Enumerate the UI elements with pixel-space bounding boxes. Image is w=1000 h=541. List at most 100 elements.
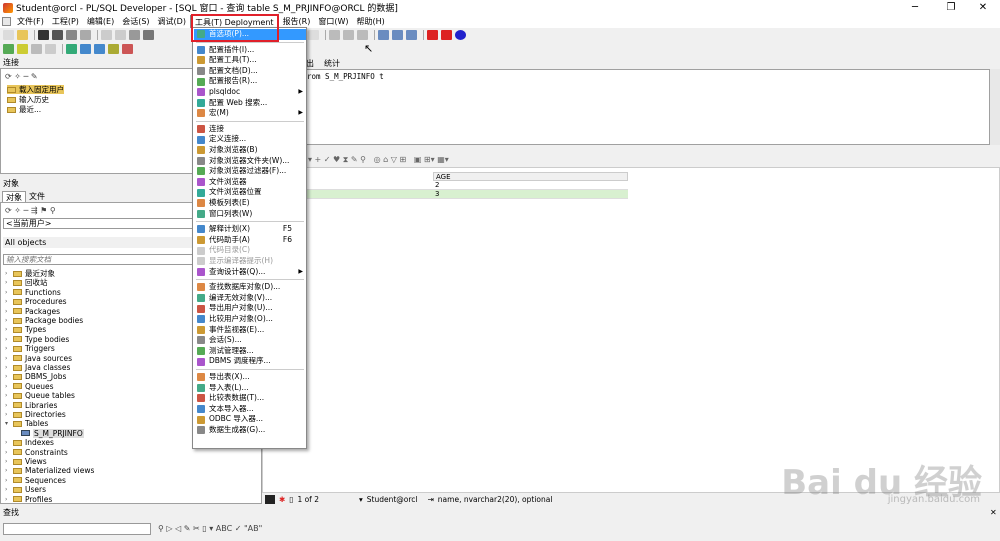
tools-menu-item[interactable]: 配置 Web 搜索... (194, 98, 306, 109)
expand-icon[interactable]: › (5, 335, 13, 344)
tools-menu-item[interactable]: 测试管理器... (194, 346, 306, 357)
tools-menu-item[interactable]: 文本导入器... (194, 404, 306, 415)
menu-file[interactable]: 文件(F) (13, 15, 48, 28)
tools-menu-item[interactable]: 导出用户对象(U)... (194, 303, 306, 314)
tools-menu-item[interactable]: 查找数据库对象(D)... (194, 282, 306, 293)
open-icon[interactable] (17, 30, 28, 40)
expand-icon[interactable]: › (5, 363, 13, 372)
expand-icon[interactable]: › (5, 316, 13, 325)
expand-icon[interactable]: › (5, 297, 13, 306)
tools-menu-item[interactable]: 模板列表(E) (194, 198, 306, 209)
collapse-icon[interactable]: ▾ (5, 419, 13, 428)
tools-menu-item[interactable]: 连接 (194, 124, 306, 135)
grid-icon[interactable] (406, 30, 417, 40)
copy-icon[interactable] (143, 30, 154, 40)
pdf-icon[interactable] (441, 30, 452, 40)
sql-editor[interactable]: rom S_M_PRJINFO t (262, 69, 990, 145)
tools-menu-item[interactable]: 会话(S)... (194, 335, 306, 346)
expand-icon[interactable]: › (5, 288, 13, 297)
tools-menu-item[interactable]: 查询设计器(Q)... ▶ (194, 267, 306, 278)
tree-item[interactable]: › Procedures (5, 297, 67, 306)
column-header-age[interactable]: AGE (433, 172, 628, 181)
expand-icon[interactable]: › (5, 391, 13, 400)
expand-icon[interactable]: › (5, 410, 13, 419)
tree-item[interactable]: › Packages (5, 307, 60, 316)
tree-item[interactable]: › Type bodies (5, 335, 69, 344)
expand-icon[interactable]: › (5, 325, 13, 334)
maximize-button[interactable]: ❐ (934, 0, 968, 15)
tree-item[interactable]: ▾ Tables (5, 419, 48, 428)
run-icon[interactable] (329, 30, 340, 40)
tree-item[interactable]: › Libraries (5, 401, 57, 410)
menu-debug[interactable]: 调试(D) (154, 15, 190, 28)
connect-icon[interactable] (94, 44, 105, 54)
tools-menu-item[interactable]: plsqldoc ▶ (194, 87, 306, 98)
stop-icon[interactable] (427, 30, 438, 40)
tools-menu-item[interactable]: 配置工具(T)... (194, 55, 306, 66)
record-icon[interactable] (265, 495, 275, 504)
window-icon[interactable] (308, 30, 319, 40)
step-over-icon[interactable] (357, 30, 368, 40)
tab-statistics[interactable]: 统计 (318, 58, 346, 69)
minimize-button[interactable]: ─ (898, 0, 932, 15)
expand-icon[interactable]: › (5, 372, 13, 381)
grid-toolbar-icons[interactable]: ▾ + ✓ ♥ ⧗ ✎ ⚲ ◎ ⌂ ▽ ⊞ ▣ ⊞▾ ▦▾ (308, 155, 449, 165)
dropdown-icon[interactable]: ▾ (359, 495, 363, 504)
nav-icon[interactable]: ▯ (289, 495, 293, 504)
tree-item[interactable]: › Package bodies (5, 316, 83, 325)
tools-menu-item[interactable]: 导入表(L)... (194, 383, 306, 394)
tools-menu-item[interactable]: 配置报告(R)... (194, 76, 306, 87)
debug-icon[interactable] (17, 44, 28, 54)
expand-icon[interactable]: › (5, 448, 13, 457)
expand-icon[interactable]: › (5, 485, 13, 494)
close-button[interactable]: ✕ (966, 0, 1000, 15)
tools-menu-item[interactable]: DBMS 调度程序... (194, 356, 306, 367)
save-icon[interactable] (38, 30, 49, 40)
tree-item[interactable]: › Functions (5, 288, 61, 297)
tree-item[interactable]: › Sequences (5, 476, 66, 485)
expand-icon[interactable]: › (5, 466, 13, 475)
lock-icon[interactable] (31, 44, 42, 54)
tools-menu-item[interactable]: 导出表(X)... (194, 372, 306, 383)
conn-item-recent[interactable]: 最近... (7, 105, 41, 114)
key-icon[interactable] (3, 44, 14, 54)
info-icon[interactable] (455, 30, 466, 40)
tools-menu-item[interactable]: 数据生成器(G)... (194, 425, 306, 436)
tree-item[interactable]: › Queues (5, 382, 54, 391)
tree-item[interactable]: › Indexes (5, 438, 54, 447)
tree-item[interactable]: › Queue tables (5, 391, 75, 400)
menu-window[interactable]: 窗口(W) (314, 15, 352, 28)
connection-toolbar-icons[interactable]: ⟳ ✧ ─ ✎ (5, 72, 38, 81)
menu-help[interactable]: 帮助(H) (353, 15, 389, 28)
tree-item[interactable]: › 最近对象 (5, 269, 55, 278)
tools-menu-item[interactable]: 解释计划(X) F5 (194, 224, 306, 235)
expand-icon[interactable]: › (5, 307, 13, 316)
commit-icon[interactable] (66, 44, 77, 54)
tree-item[interactable]: › Profiles (5, 495, 52, 504)
expand-icon[interactable]: › (5, 401, 13, 410)
rollback-icon[interactable] (80, 44, 91, 54)
expand-icon[interactable]: › (5, 278, 13, 287)
refresh-icon[interactable]: ✱ (279, 495, 285, 504)
tools-menu-item[interactable]: 定义连接... (194, 134, 306, 145)
tools-menu-item[interactable]: 事件监视器(E)... (194, 325, 306, 336)
tree-item[interactable]: › Views (5, 457, 47, 466)
tree-item[interactable]: › Users (5, 485, 46, 494)
tools-menu-item[interactable]: 编译无效对象(V)... (194, 293, 306, 304)
expand-icon[interactable]: › (5, 495, 13, 504)
tools-menu-item[interactable]: 文件浏览器位置 (194, 187, 306, 198)
find-input[interactable] (3, 523, 151, 535)
tools-menu-item[interactable]: 对象浏览器文件夹(W)... (194, 156, 306, 167)
new-icon[interactable] (3, 30, 14, 40)
tools-menu-item[interactable]: 窗口列表(W) (194, 209, 306, 220)
tree-item[interactable]: › Java sources (5, 354, 72, 363)
cascade-icon[interactable] (392, 30, 403, 40)
tree-item[interactable]: S_M_PRJINFO (21, 428, 84, 439)
tree-item[interactable]: › Java classes (5, 363, 70, 372)
print-preview-icon[interactable] (80, 30, 91, 40)
tools-menu-item[interactable]: ODBC 导入器... (194, 414, 306, 425)
expand-icon[interactable]: › (5, 269, 13, 278)
conn-item-fixed-users[interactable]: 载入固定用户 (7, 85, 64, 95)
table-row[interactable]: 3 (263, 190, 628, 199)
tools-menu-item[interactable]: 代码助手(A) F6 (194, 235, 306, 246)
